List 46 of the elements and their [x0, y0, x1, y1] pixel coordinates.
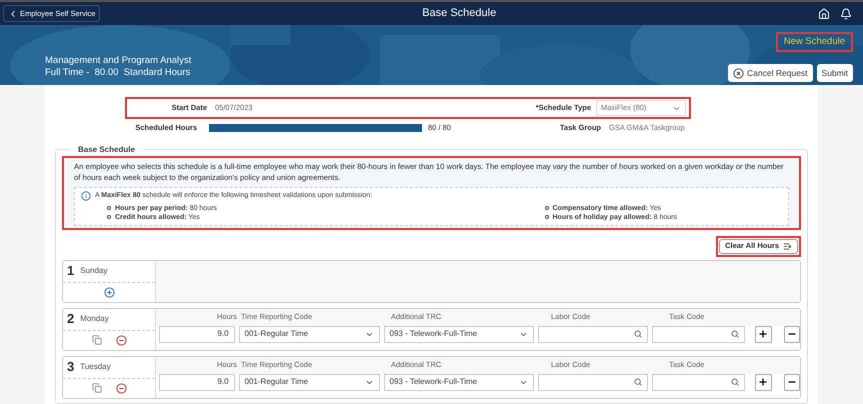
add-button[interactable] — [755, 374, 772, 390]
trc-dropdown[interactable]: 001-Regular Time — [238, 374, 380, 390]
home-icon[interactable] — [818, 8, 830, 20]
trc-dropdown[interactable]: 001-Regular Time — [238, 326, 380, 342]
clear-list-icon — [783, 242, 792, 250]
day-name: Monday — [80, 313, 109, 325]
remove-button[interactable] — [784, 326, 800, 342]
bullet-icon — [544, 214, 548, 219]
bullet-icon — [107, 214, 111, 219]
search-icon — [731, 378, 740, 386]
submit-button[interactable]: Submit — [816, 64, 853, 82]
notification-icon[interactable] — [840, 8, 852, 20]
add-icon[interactable] — [104, 286, 114, 298]
search-icon — [634, 378, 642, 386]
plus-icon — [758, 329, 768, 339]
status-label: New Schedule — [776, 32, 853, 52]
additional-trc-dropdown[interactable]: 093 - Telework-Full-Time — [384, 326, 534, 342]
remove-button[interactable] — [784, 374, 800, 390]
close-icon — [733, 68, 744, 79]
info-icon — [81, 191, 91, 202]
day-number: 3 — [67, 358, 74, 376]
task-code-field[interactable] — [652, 326, 746, 342]
hours-field[interactable]: 9.0 — [159, 374, 235, 390]
add-button[interactable] — [755, 326, 772, 342]
labor-code-field[interactable] — [538, 374, 648, 390]
labor-code-field[interactable] — [538, 326, 648, 342]
page-title: Base Schedule — [422, 6, 496, 22]
hours-field[interactable]: 9.0 — [159, 326, 235, 342]
copy-icon[interactable] — [92, 383, 102, 393]
day-number: 2 — [67, 310, 74, 328]
hours-line: Full Time - 80.00 Standard Hours — [45, 67, 192, 79]
additional-trc-dropdown[interactable]: 093 - Telework-Full-Time — [384, 374, 534, 390]
task-code-field[interactable] — [652, 374, 746, 390]
search-icon — [731, 330, 740, 338]
remove-icon[interactable] — [116, 334, 126, 346]
day-name: Sunday — [80, 265, 108, 277]
remove-icon[interactable] — [116, 382, 126, 394]
search-icon — [634, 330, 642, 338]
cancel-request-button[interactable]: Cancel Request — [728, 64, 813, 82]
bullet-icon — [107, 206, 111, 210]
day-name: Tuesday — [80, 361, 111, 373]
job-title: Management and Program Analyst — [45, 55, 192, 67]
day-number: 1 — [67, 262, 74, 280]
plus-icon — [758, 377, 768, 387]
bullet-icon — [544, 206, 548, 210]
copy-icon[interactable] — [92, 335, 102, 345]
